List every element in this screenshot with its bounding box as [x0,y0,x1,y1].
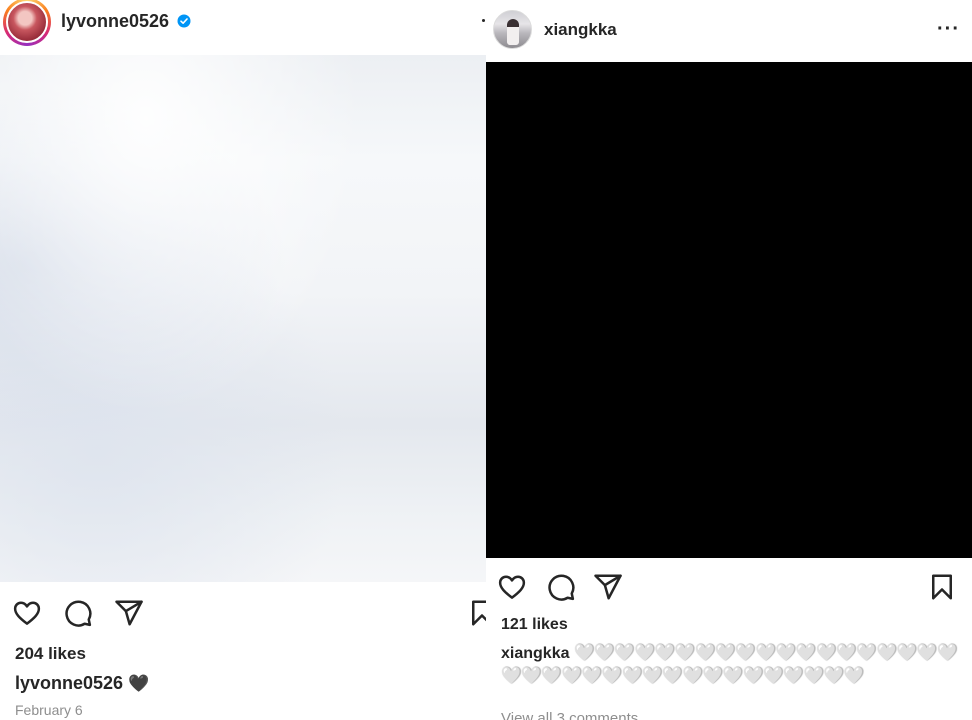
caption-text: 🖤 [128,674,150,694]
view-comments-link[interactable]: View all 3 comments [501,710,638,720]
post-xiangkka: xiangkka ··· 121 likes xiangkka 🤍🤍🤍🤍🤍🤍🤍🤍… [486,0,972,720]
caption-username[interactable]: xiangkka [501,645,569,662]
save-button[interactable] [466,597,486,629]
username-link[interactable]: lyvonne0526 [61,11,169,32]
post-image[interactable] [486,62,972,558]
avatar [6,1,48,43]
share-button[interactable] [592,571,624,603]
comment-button[interactable] [62,597,94,629]
heart-icon [13,601,41,625]
more-options-icon[interactable]: ··· [937,16,960,42]
caption: lyvonne0526 🖤 [15,672,466,695]
caption-username[interactable]: lyvonne0526 [15,673,123,693]
separator-dot [482,19,485,22]
comment-button[interactable] [545,571,577,603]
caption: xiangkka 🤍🤍🤍🤍🤍🤍🤍🤍🤍🤍🤍🤍🤍🤍🤍🤍🤍🤍🤍🤍🤍🤍🤍🤍🤍🤍🤍🤍🤍🤍🤍… [501,642,958,688]
verified-badge-icon [177,14,191,28]
avatar[interactable] [493,10,532,49]
share-icon [594,574,622,600]
post-header: xiangkka ··· [486,0,972,62]
share-button[interactable] [113,597,145,629]
comment-icon [548,574,575,601]
bookmark-icon [932,574,952,600]
like-count[interactable]: 121 likes [501,616,568,634]
post-date[interactable]: February 6 [15,702,83,718]
post-image[interactable] [0,55,486,582]
heart-icon [498,575,526,599]
post-lyvonne0526: lyvonne0526 204 likes lyvonne0526 🖤 Febr… [0,0,486,720]
action-bar [0,597,486,629]
story-ring-avatar[interactable] [3,0,51,46]
action-bar [486,571,972,603]
username-link[interactable]: xiangkka [544,20,617,40]
like-button[interactable] [496,571,528,603]
caption-text: 🤍🤍🤍🤍🤍🤍🤍🤍🤍🤍🤍🤍🤍🤍🤍🤍🤍🤍🤍🤍🤍🤍🤍🤍🤍🤍🤍🤍🤍🤍🤍🤍🤍🤍🤍🤍🤍 [501,643,958,686]
like-count[interactable]: 204 likes [15,644,86,664]
bookmark-icon [472,600,486,626]
avatar-figure [507,19,519,45]
save-button[interactable] [926,571,958,603]
post-header: lyvonne0526 [0,0,486,55]
share-icon [115,600,143,626]
comment-icon [65,600,92,627]
like-button[interactable] [11,597,43,629]
